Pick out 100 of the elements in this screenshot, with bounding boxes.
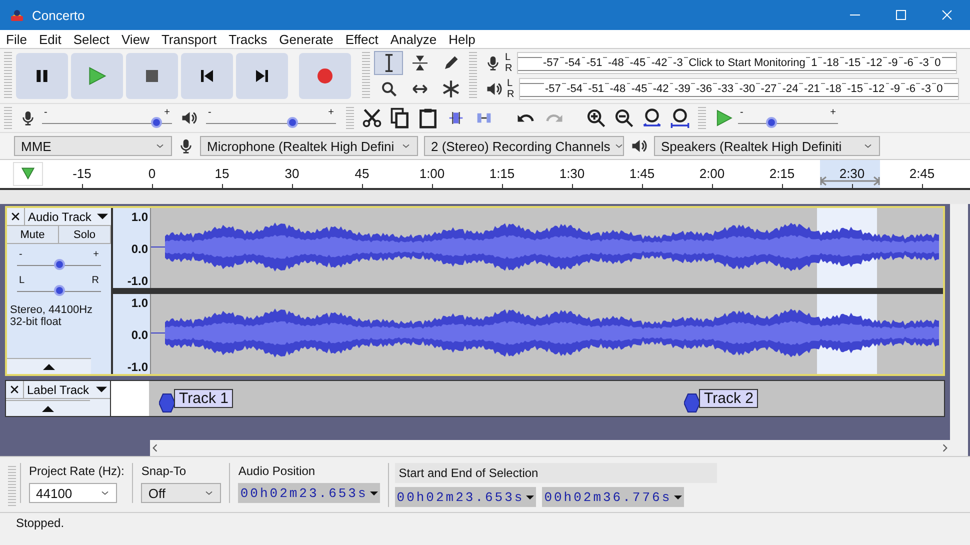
audio-position-display[interactable]: 00h02m23.653s bbox=[238, 483, 380, 503]
label-marker-icon[interactable] bbox=[159, 393, 175, 413]
meter-scale-label: -54 bbox=[566, 83, 584, 95]
time-label: 0 bbox=[148, 166, 156, 181]
skip-to-start-icon bbox=[199, 68, 215, 84]
track-menu-button[interactable]: Audio Track bbox=[25, 208, 111, 225]
mute-button[interactable]: Mute bbox=[7, 226, 59, 243]
playback-device-dropdown[interactable]: Speakers (Realtek High Definiti bbox=[654, 136, 880, 156]
recording-device-dropdown[interactable]: Microphone (Realtek High Defini bbox=[200, 136, 418, 156]
track-label[interactable]: Track 1 bbox=[174, 388, 234, 408]
close-icon bbox=[10, 385, 19, 394]
caret-up-icon bbox=[42, 406, 54, 412]
skip-to-start-button[interactable] bbox=[181, 53, 233, 99]
menu-item[interactable]: View bbox=[116, 32, 156, 46]
meter-scale-label: -18 bbox=[822, 57, 840, 69]
track-info-text: Stereo, 44100Hz bbox=[10, 304, 94, 316]
slider-min-label: L bbox=[19, 276, 25, 285]
selection-end-display[interactable]: 00h02m36.776s bbox=[542, 487, 684, 507]
slider-thumb[interactable] bbox=[54, 285, 65, 296]
speaker-icon bbox=[630, 137, 648, 155]
channel-label: L bbox=[505, 52, 512, 63]
slider-thumb[interactable] bbox=[151, 117, 162, 128]
time-label: 1:00 bbox=[419, 166, 445, 181]
status-text: Stopped. bbox=[16, 516, 64, 530]
slider-max-label: + bbox=[164, 108, 170, 117]
triangle-down-icon bbox=[19, 167, 37, 181]
play-icon bbox=[86, 65, 108, 87]
horizontal-scrollbar[interactable] bbox=[150, 440, 950, 456]
time-label: 15 bbox=[214, 166, 230, 181]
slider-thumb[interactable] bbox=[766, 117, 777, 128]
project-rate-dropdown[interactable]: 44100 bbox=[29, 483, 117, 503]
menu-item[interactable]: File bbox=[0, 32, 33, 46]
time-label: 30 bbox=[284, 166, 300, 181]
scroll-right-icon bbox=[940, 443, 950, 453]
close-icon bbox=[11, 212, 20, 221]
recording-channels-dropdown[interactable]: 2 (Stereo) Recording Channels bbox=[424, 136, 624, 156]
meter-scale-label: 0 bbox=[936, 83, 944, 95]
skip-to-end-button[interactable] bbox=[236, 53, 288, 99]
selection-start-display[interactable]: 00h02m23.653s bbox=[394, 487, 536, 507]
menu-item[interactable]: Edit bbox=[32, 32, 68, 46]
snap-to-dropdown[interactable]: Off bbox=[141, 483, 222, 503]
time-label: 45 bbox=[354, 166, 370, 181]
waveform-area[interactable] bbox=[151, 208, 943, 288]
playback-meter[interactable]: -57 -54 -51 -48 -45 -42 -39 -36 -33 -30 -27 -24 -21 -18 -15 -12 -9 -6 -3 0 bbox=[519, 78, 959, 100]
track-label[interactable]: Track 2 bbox=[699, 388, 758, 408]
stop-button[interactable] bbox=[126, 53, 178, 99]
menu-item[interactable]: Analyze bbox=[384, 32, 443, 46]
record-button[interactable] bbox=[299, 53, 351, 99]
time-label: -15 bbox=[72, 166, 92, 181]
solo-button[interactable]: Solo bbox=[59, 226, 111, 243]
tool-button[interactable] bbox=[374, 51, 403, 75]
record-icon bbox=[316, 67, 334, 85]
meter-scale-label: 1 bbox=[810, 57, 818, 69]
scissors-icon bbox=[361, 107, 383, 129]
waveform-area[interactable] bbox=[151, 294, 943, 374]
copy-icon bbox=[389, 107, 411, 129]
time-label: 2:15 bbox=[769, 166, 795, 181]
chevron-down-icon bbox=[614, 142, 624, 150]
label-marker-icon[interactable] bbox=[684, 393, 700, 413]
zoom-in-icon bbox=[586, 108, 606, 128]
channel-label: R bbox=[505, 63, 513, 74]
menu-item[interactable]: Effect bbox=[339, 32, 384, 46]
meter-scale-label: -39 bbox=[673, 83, 692, 95]
chevron-down-icon bbox=[863, 142, 873, 150]
meter-scale-label: -3 bbox=[920, 83, 932, 95]
slider-thumb[interactable] bbox=[54, 259, 65, 270]
audio-host-dropdown[interactable]: MME bbox=[14, 136, 172, 156]
track-info-text: 32-bit float bbox=[10, 316, 62, 328]
meter-scale-label: -51 bbox=[585, 57, 604, 69]
slider-max-label: + bbox=[93, 250, 99, 259]
selection-mode-dropdown[interactable]: Start and End of Selection bbox=[394, 463, 717, 483]
maximize-icon bbox=[895, 9, 907, 21]
slider-max-label: R bbox=[92, 276, 99, 285]
menu-item[interactable]: Help bbox=[442, 32, 482, 46]
menu-item[interactable]: Transport bbox=[155, 32, 223, 46]
menu-item[interactable]: Tracks bbox=[222, 32, 274, 46]
meter-scale-label: -33 bbox=[716, 83, 735, 95]
pause-button[interactable] bbox=[16, 53, 68, 99]
pinned-play-head-button[interactable] bbox=[13, 162, 43, 186]
magnifier-icon bbox=[380, 80, 398, 98]
recording-meter[interactable]: -57 -54 -51 -48 -45 -42 -3 Click to Start Monitoring 1 -18 -15 -12 -9 -6 -3 0 bbox=[517, 52, 957, 74]
meter-scale-label: -21 bbox=[802, 83, 821, 95]
time-label: 2:45 bbox=[909, 166, 935, 181]
menu-item[interactable]: Select bbox=[67, 32, 116, 46]
meter-scale-label: -42 bbox=[652, 83, 670, 95]
meter-scale-label: -24 bbox=[781, 83, 800, 95]
timeline-ruler[interactable]: -15 0 15 30 45 1:00 1:15 1:30 1:45 2:00 2:15 2:30 2:45 bbox=[0, 160, 970, 190]
menu-item[interactable]: Generate bbox=[273, 32, 340, 46]
collapse-button[interactable] bbox=[7, 358, 91, 374]
meter-scale-label: -42 bbox=[650, 57, 668, 69]
slider-thumb[interactable] bbox=[286, 117, 298, 128]
meter-scale-label: -57 bbox=[542, 57, 560, 69]
zoom-fit-icon bbox=[670, 108, 690, 128]
meter-scale-label: -45 bbox=[630, 83, 648, 95]
chevron-down-icon bbox=[155, 142, 165, 150]
monitoring-prompt[interactable]: Click to Start Monitoring bbox=[688, 57, 806, 69]
meter-scale-label: -15 bbox=[846, 83, 864, 95]
window-title: Concerto bbox=[32, 8, 86, 22]
slider-min-label: - bbox=[44, 108, 48, 117]
vertical-scrollbar[interactable] bbox=[950, 204, 968, 456]
